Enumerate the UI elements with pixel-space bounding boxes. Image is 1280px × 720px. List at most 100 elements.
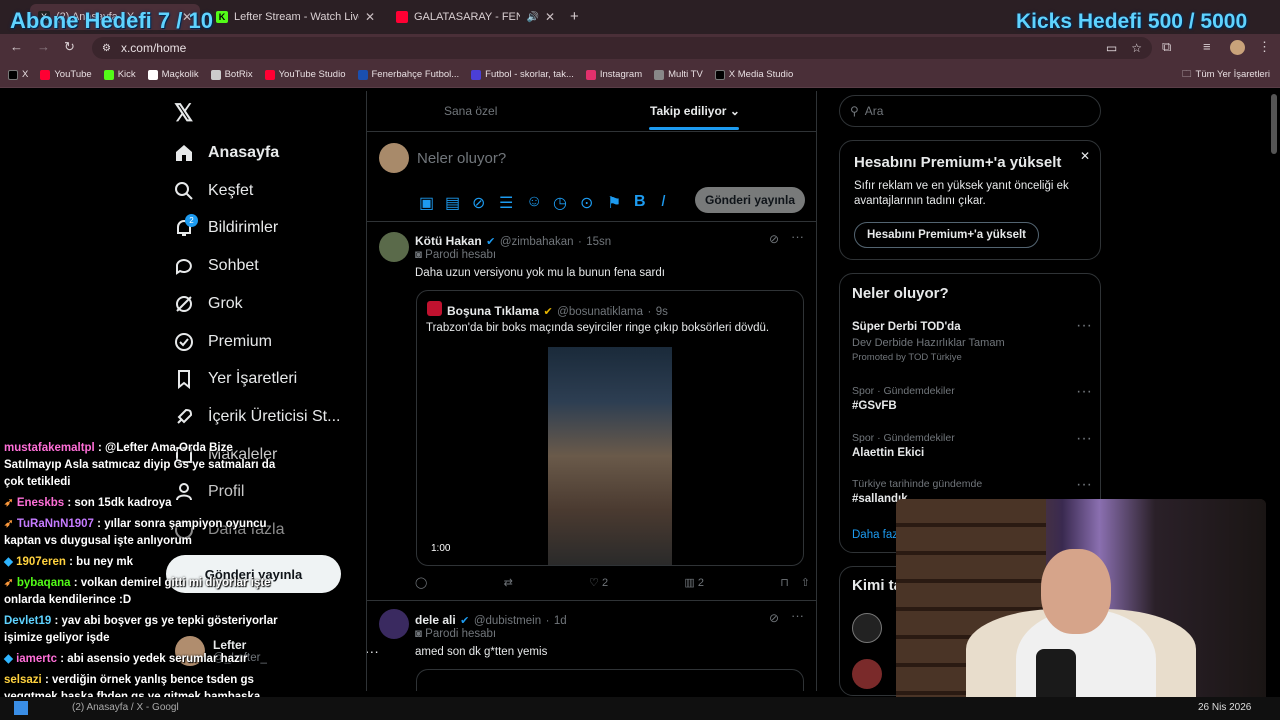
nav-bookmarks[interactable]: Yer İşaretleri (174, 369, 297, 389)
reply-button[interactable]: ◯ (415, 576, 427, 589)
nav-label: Premium (208, 333, 273, 350)
bookmark-mackolik[interactable]: Maçkolik (147, 69, 199, 80)
bookmark-youtube-studio[interactable]: YouTube Studio (264, 69, 346, 80)
more-icon[interactable]: ··· (791, 608, 804, 623)
tab-for-you[interactable]: Sana özel (444, 104, 497, 118)
author-handle[interactable]: @dubistmein (474, 615, 541, 627)
trend-item[interactable]: Süper Derbi TOD'da Dev Derbide Hazırlıkl… (852, 317, 1092, 363)
heart-icon: ♡ (589, 577, 599, 589)
tweet[interactable]: Kötü Hakan ✔ @zimbahakan · 15sn ⊘ ··· ◙ … (367, 222, 817, 600)
image-icon[interactable]: ▣ (419, 193, 434, 212)
close-tab-icon[interactable]: ✕ (365, 10, 375, 24)
more-icon[interactable]: ··· (1076, 317, 1092, 335)
site-info-icon[interactable]: ⚙ (102, 43, 111, 54)
bookmark-futbol[interactable]: Futbol - skorlar, tak... (471, 69, 574, 80)
close-tab-icon[interactable]: ✕ (545, 10, 555, 24)
nav-chat[interactable]: Sohbet (174, 256, 259, 276)
reload-icon[interactable]: ↻ (64, 39, 75, 55)
new-tab-icon[interactable]: + (570, 8, 579, 25)
bookmark-youtube[interactable]: YouTube (40, 69, 92, 80)
quoted-tweet[interactable]: Boşuna Tıklama ✔ @bosunatiklama · 9s Tra… (416, 290, 804, 566)
trend-meta: Spor · Gündemdekiler (852, 432, 955, 444)
media-controls-icon[interactable]: ≡ (1203, 39, 1211, 54)
tweet[interactable]: dele ali ✔ @dubistmein · 1d ⊘ ··· ◙ Paro… (367, 601, 817, 691)
bookmark-icon[interactable]: ⊓ (780, 576, 789, 589)
nav-home[interactable]: Anasayfa (174, 143, 279, 163)
author-handle[interactable]: @zimbahakan (500, 236, 574, 248)
extensions-icon[interactable]: ⧉ (1162, 39, 1171, 55)
views-icon: ▥ (684, 577, 695, 589)
all-bookmarks-folder[interactable]: 🗀 Tüm Yer İşaretleri (1182, 67, 1270, 83)
chat-message: ➶ Eneskbs : son 15dk kadroya (4, 495, 290, 512)
nav-creator-studio[interactable]: İçerik Üreticisi St... (174, 407, 340, 427)
share-icon[interactable]: ⇧ (801, 576, 810, 589)
search-input[interactable]: ⚲ Ara (839, 95, 1101, 127)
tab-following[interactable]: Takip ediliyor ⌄ (650, 104, 740, 118)
flag-icon[interactable]: ⚑ (607, 193, 621, 212)
page-scrollbar[interactable] (1271, 94, 1277, 154)
nav-notifications[interactable]: 2 Bildirimler (174, 214, 279, 238)
schedule-icon[interactable]: ◷ (553, 193, 567, 212)
bookmark-kick[interactable]: Kick (103, 69, 136, 80)
tab-youtube[interactable]: GALATASARAY - FENERBAHÇE 🔊 ✕ (388, 4, 563, 30)
taskbar-window-title[interactable]: (2) Anasayfa / X - Googl (72, 702, 179, 713)
like-button[interactable]: ♡ 2 (589, 576, 608, 589)
close-icon[interactable]: ✕ (1080, 149, 1090, 163)
nav-explore[interactable]: Keşfet (174, 181, 253, 201)
more-icon[interactable]: ··· (1076, 430, 1092, 448)
trend-item[interactable]: Spor · Gündemdekiler Alaettin Ekici ··· (852, 430, 1092, 459)
avatar[interactable] (379, 232, 409, 262)
grok-icon[interactable]: ⊘ (472, 193, 486, 212)
menu-icon[interactable]: ⋮ (1258, 39, 1271, 55)
poll-icon[interactable]: ☰ (499, 193, 513, 212)
views-button[interactable]: ▥ 2 (684, 576, 704, 589)
windows-start-icon[interactable] (14, 701, 28, 715)
x-logo-icon[interactable]: 𝕏 (174, 99, 193, 128)
premium-upsell-card: Hesabını Premium+'a yükselt ✕ Sıfır rekl… (839, 140, 1101, 260)
emoji-icon[interactable]: ☺ (526, 193, 542, 210)
bookmark-fenerbahce[interactable]: Fenerbahçe Futbol... (357, 69, 459, 80)
url-bar[interactable]: ⚙ x.com/home ▭ ☆ (92, 37, 1152, 59)
parody-label-text: Parodi hesabı (425, 628, 497, 640)
profile-avatar[interactable] (1230, 40, 1245, 55)
bold-icon[interactable]: B (634, 193, 648, 210)
grok-icon[interactable]: ⊘ (769, 232, 779, 246)
nav-label: Bildirimler (208, 219, 279, 236)
italic-icon[interactable]: I (661, 193, 675, 210)
compose-post-button[interactable]: Gönderi yayınla (695, 187, 805, 213)
avatar[interactable] (379, 609, 409, 639)
parody-label: ◙ Parodi hesabı (415, 628, 496, 640)
bookmark-star-icon[interactable]: ☆ (1131, 41, 1142, 55)
bookmark-x-media-studio[interactable]: X Media Studio (714, 69, 793, 80)
avatar[interactable] (852, 659, 882, 689)
timestamp[interactable]: 1d (554, 615, 567, 627)
video-thumbnail[interactable] (548, 347, 672, 565)
tab-kick[interactable]: K Lefter Stream - Watch Live on Kick ✕ (208, 4, 383, 30)
bookmark-multitv[interactable]: Multi TV (654, 69, 703, 80)
trend-item[interactable]: Spor · Gündemdekiler #GSvFB ··· (852, 383, 1092, 412)
bookmark-instagram[interactable]: Instagram (585, 69, 642, 80)
more-icon[interactable]: ··· (791, 229, 804, 244)
location-icon[interactable]: ⊙ (580, 193, 594, 212)
cast-icon[interactable]: ▭ (1106, 41, 1117, 55)
back-icon[interactable]: ← (10, 39, 23, 54)
forward-icon[interactable]: → (37, 39, 50, 54)
compose-input[interactable]: Neler oluyor? (417, 150, 506, 167)
nav-premium[interactable]: Premium (174, 332, 272, 352)
repost-button[interactable]: ⇄ (504, 576, 513, 589)
bookmark-x[interactable]: X (8, 69, 28, 80)
audio-playing-icon[interactable]: 🔊 (526, 12, 538, 23)
bookmark-botrix[interactable]: BotRix (210, 69, 253, 80)
gif-icon[interactable]: ▤ (445, 193, 460, 212)
upgrade-premium-button[interactable]: Hesabını Premium+'a yükselt (854, 222, 1040, 248)
badge-icon: ➶ (4, 577, 14, 589)
grok-icon[interactable]: ⊘ (769, 611, 779, 625)
nav-grok[interactable]: Grok (174, 294, 243, 314)
quoted-tweet[interactable] (416, 669, 804, 691)
more-icon[interactable]: ··· (1076, 476, 1092, 494)
timestamp[interactable]: 15sn (586, 236, 611, 248)
author-name[interactable]: Kötü Hakan (415, 234, 482, 248)
avatar[interactable] (852, 613, 882, 643)
author-name[interactable]: dele ali (415, 613, 456, 627)
more-icon[interactable]: ··· (1076, 383, 1092, 401)
